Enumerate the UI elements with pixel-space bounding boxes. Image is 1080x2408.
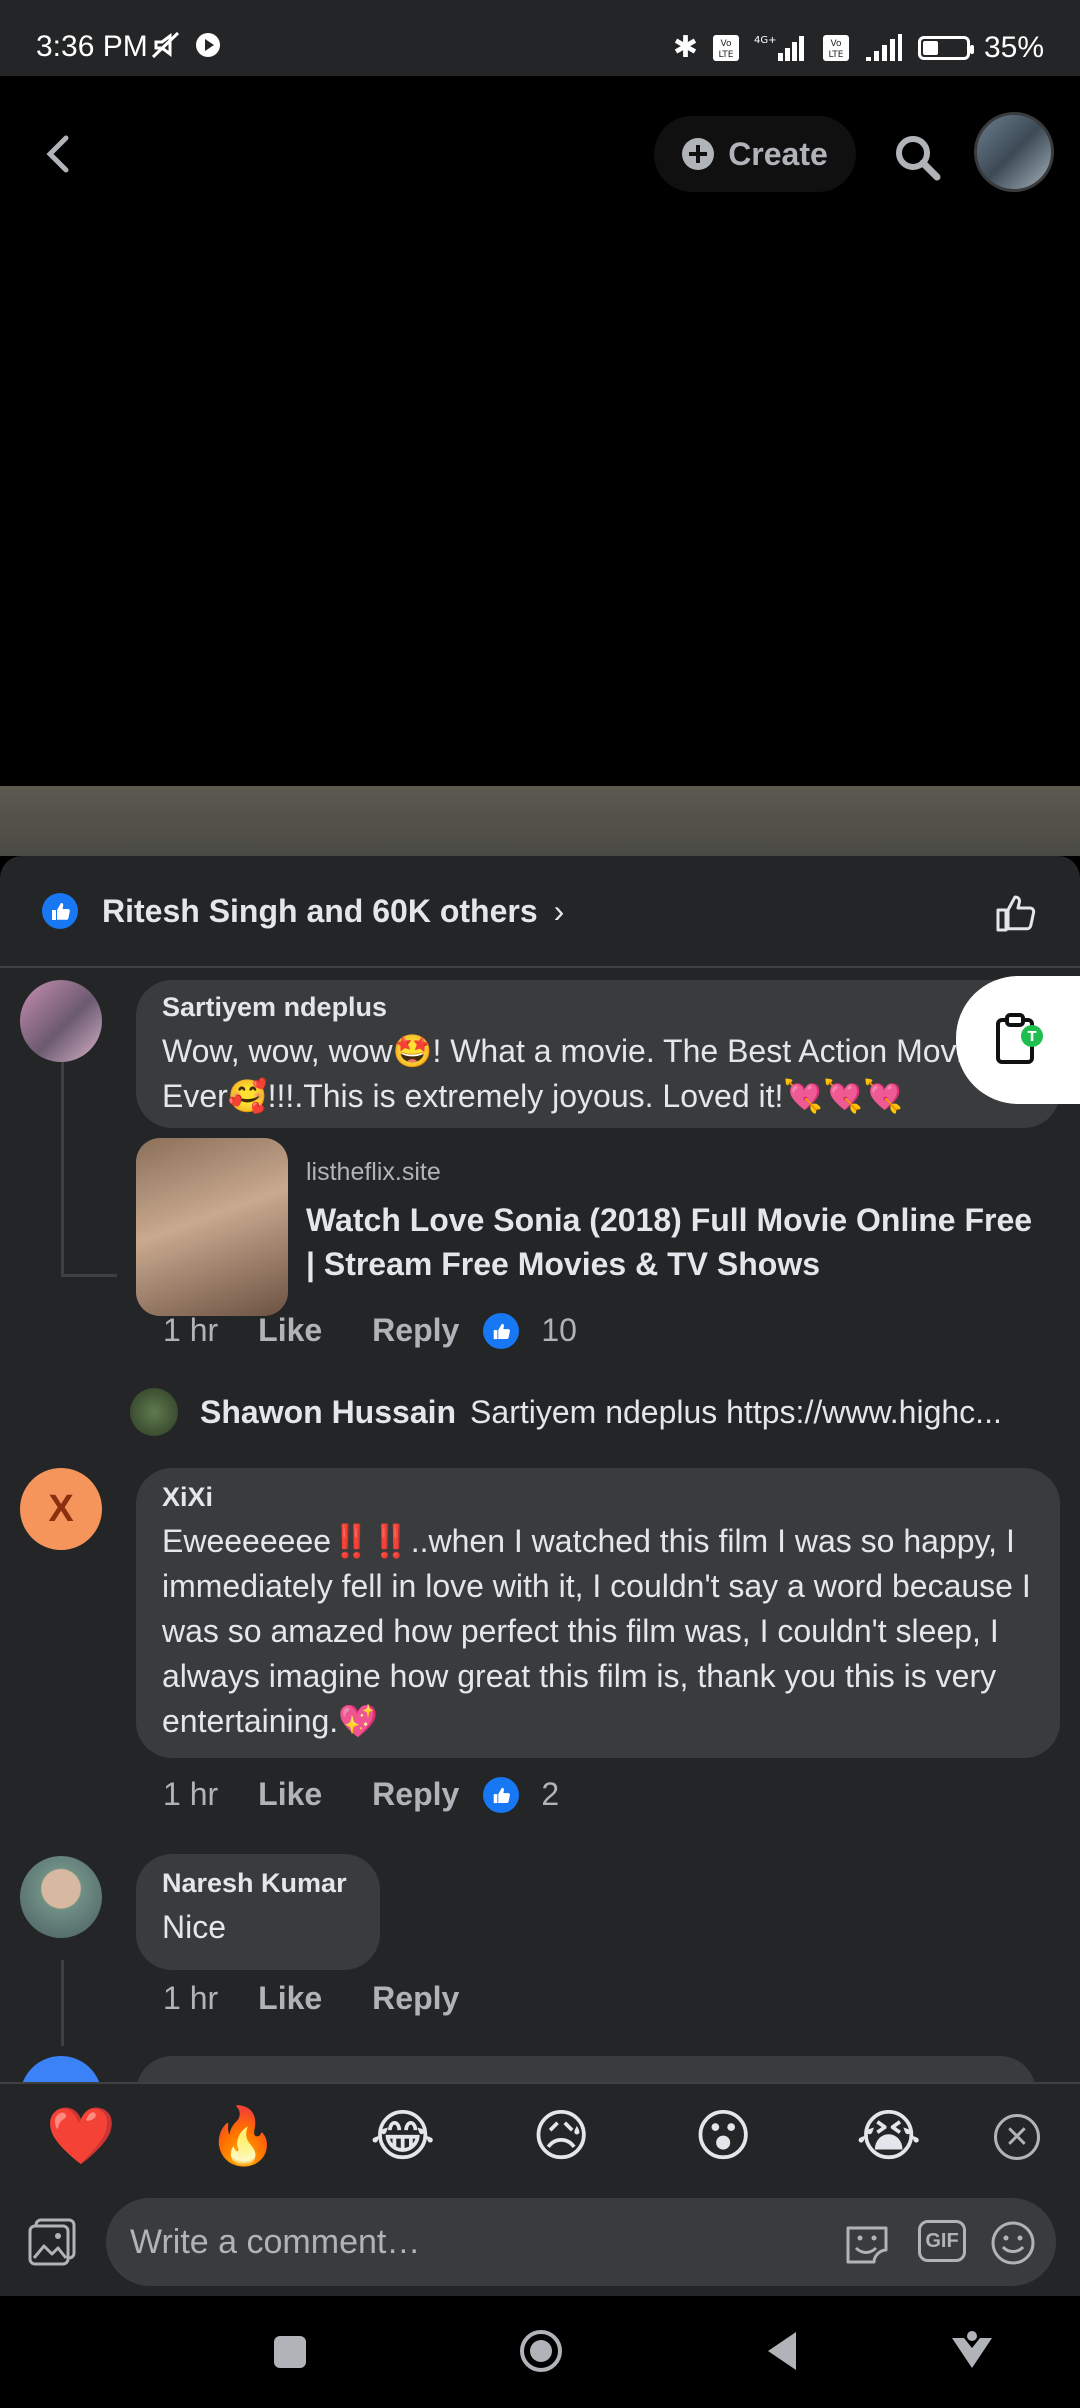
comment-reply-button[interactable]: Reply [372,1312,459,1349]
volte-icon-2: VoLTE [822,34,849,61]
comment-author[interactable]: Naresh Kumar [162,1868,354,1899]
comment-text: Nice [162,1909,227,1945]
comment-actions: 1 hr Like Reply 10 [163,1312,577,1349]
comment-like-button[interactable]: Like [258,1312,322,1349]
home-icon[interactable] [518,2328,564,2374]
battery-fill [922,40,938,55]
thread-line [61,1046,64,1276]
clipboard-icon: T [996,1013,1043,1064]
play-icon [196,33,220,57]
profile-avatar[interactable] [974,112,1054,192]
svg-text:Vo: Vo [830,39,841,49]
status-time: 3:36 PM [36,30,148,63]
comment-like-button[interactable]: Like [258,1776,322,1813]
svg-text:LTE: LTE [718,50,733,60]
reaction-count[interactable]: 2 [541,1776,559,1813]
svg-text:LTE: LTE [828,50,843,60]
comment-time: 1 hr [163,1776,219,1812]
comment-time: 1 hr [163,1312,219,1348]
mute-icon [151,31,180,59]
back-arrow-icon[interactable] [38,132,82,176]
comment-bubble[interactable]: Naresh Kumar Nice [136,1854,380,1970]
comment-reply-button[interactable]: Reply [372,1776,459,1813]
clipboard-floating-button[interactable]: T [956,976,1080,1104]
comment-time: 1 hr [163,1980,219,2016]
comment-input[interactable] [106,2198,1056,2286]
svg-text:Vo: Vo [720,39,731,49]
gif-button[interactable]: GIF [918,2220,966,2262]
comment-text: Eweeeeeee‼️‼️..when I watched this film … [162,1523,1031,1739]
reply-preview[interactable]: Shawon Hussain Sartiyem ndeplus https://… [130,1388,1002,1436]
search-icon[interactable] [892,132,942,182]
thread-line-branch [61,1274,117,1277]
assistant-nav-icon[interactable] [946,2328,998,2376]
reaction-count[interactable]: 10 [541,1312,577,1349]
like-reaction-icon [42,893,78,929]
comment-actions: 1 hr Like Reply 2 [163,1776,559,1813]
link-title[interactable]: Watch Love Sonia (2018) Full Movie Onlin… [306,1198,1046,1286]
emoji-crying[interactable]: 😭 [856,2104,921,2168]
chevron-right-icon: › [553,892,565,929]
svg-text:4G+: 4G+ [754,35,777,46]
like-reaction-icon [483,1776,520,1813]
recent-apps-icon[interactable] [272,2334,308,2370]
system-nav-bar [0,2296,1080,2408]
comment-bubble[interactable]: Sartiyem ndeplus Wow, wow, wow🤩! What a … [136,980,1060,1128]
comment-text: Wow, wow, wow🤩! What a movie. The Best A… [162,1033,982,1114]
emoji-picker-icon[interactable] [990,2220,1036,2266]
volte-icon: VoLTE [712,34,739,61]
like-reaction-icon [483,1312,520,1349]
reply-author[interactable]: Shawon Hussain [200,1394,456,1431]
comment-avatar[interactable]: X [20,1468,102,1550]
create-button[interactable]: Create [654,116,856,192]
status-right-icons: ✱ Vo LTE 4G+ Vo LTE 35% [673,30,1044,65]
comment-composer: GIF [0,2186,1080,2296]
create-label: Create [728,135,828,172]
reactions-summary-text: Ritesh Singh and 60K others [102,892,538,929]
comment-actions: 1 hr Like Reply [163,1980,459,2017]
video-player[interactable]: Create [0,76,1080,786]
back-nav-icon[interactable] [764,2330,800,2372]
comment-author[interactable]: XiXi [162,1482,1034,1513]
plus-circle-icon [682,138,715,170]
comment-bubble[interactable]: XiXi Eweeeeeee‼️‼️..when I watched this … [136,1468,1060,1758]
close-icon[interactable]: ✕ [994,2114,1040,2160]
gif-label: GIF [925,2229,959,2252]
comment-like-button[interactable]: Like [258,1980,322,2017]
reply-avatar[interactable] [130,1388,178,1436]
like-button-icon[interactable] [994,892,1038,934]
video-frame-strip [0,786,1080,856]
quick-emoji-bar: ❤️ 🔥 😂 😥 😮 😭 ✕ [0,2082,1080,2186]
emoji-fire[interactable]: 🔥 [208,2104,278,2168]
signal-icon [865,33,902,61]
svg-text:T: T [1028,1030,1037,1045]
link-domain: listheflix.site [306,1158,441,1186]
emoji-sad[interactable]: 😥 [532,2104,590,2168]
comment-author[interactable]: Sartiyem ndeplus [162,992,1034,1023]
sticker-icon[interactable] [842,2220,892,2266]
4g-signal-icon: 4G+ [754,35,804,61]
reactions-summary[interactable]: Ritesh Singh and 60K others › [0,856,1080,968]
photo-icon[interactable] [26,2216,78,2268]
status-bar: 3:36 PM ✱ Vo LTE 4G+ Vo LTE 35% [0,0,1080,76]
comment-avatar[interactable] [20,1856,102,1938]
comment-avatar[interactable] [20,980,102,1062]
status-left-icons [150,30,222,60]
reply-text: Sartiyem ndeplus https://www.highc... [470,1393,1002,1430]
link-preview-card[interactable]: listheflix.site Watch Love Sonia (2018) … [136,1138,1056,1318]
battery-icon [917,35,974,60]
thread-line [61,1960,64,2046]
comments-sheet[interactable]: Ritesh Singh and 60K others › T Sartiyem… [0,856,1080,2296]
link-thumbnail [136,1138,288,1316]
comment-reply-button[interactable]: Reply [372,1980,459,2017]
avatar-letter: X [48,1487,74,1530]
battery-percent: 35% [983,30,1044,64]
emoji-surprised[interactable]: 😮 [694,2104,752,2168]
emoji-heart[interactable]: ❤️ [46,2104,116,2168]
bluetooth-icon: ✱ [672,31,698,64]
emoji-laughing[interactable]: 😂 [370,2104,435,2168]
